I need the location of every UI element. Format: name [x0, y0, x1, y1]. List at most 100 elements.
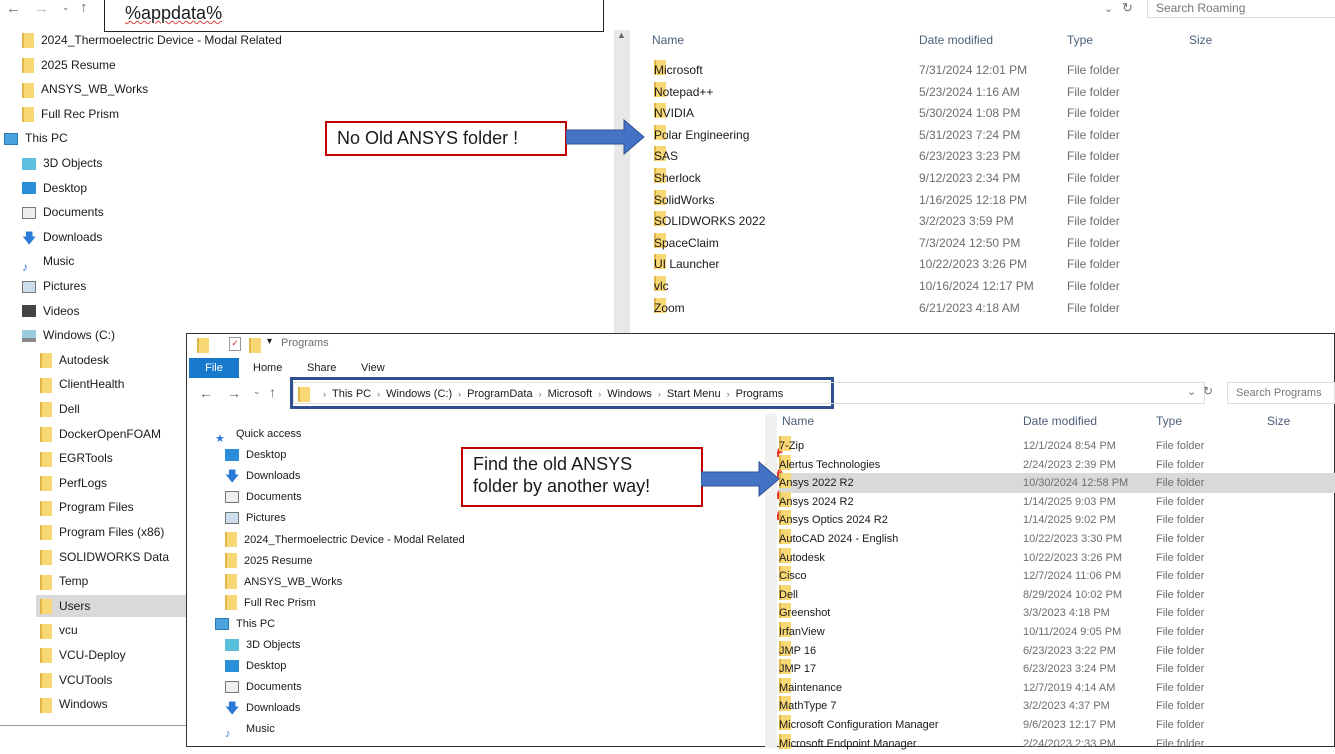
nav-item[interactable]: ANSYS_WB_Works: [221, 571, 763, 593]
column-header[interactable]: Date modified: [1023, 414, 1097, 428]
file-row[interactable]: JMP 17 6/23/2023 3:24 PM File folder: [779, 659, 1335, 679]
nav-item[interactable]: 🡇 Downloads: [18, 226, 190, 248]
file-row[interactable]: SAS 6/23/2023 3:23 PM File folder: [640, 146, 1330, 166]
refresh-button[interactable]: ↻: [1203, 384, 1213, 398]
breadcrumb-item[interactable]: Start Menu: [667, 388, 721, 400]
column-header[interactable]: Size: [1189, 33, 1212, 47]
address-dropdown[interactable]: ⌄: [1187, 385, 1196, 398]
nav-item[interactable]: 3D Objects: [221, 634, 763, 656]
nav-item[interactable]: Windows: [36, 693, 190, 715]
nav-item[interactable]: VCU-Deploy: [36, 644, 190, 666]
file-row[interactable]: Microsoft Endpoint Manager 2/24/2023 2:33…: [779, 733, 1335, 754]
column-header[interactable]: Name: [782, 414, 814, 428]
address-input[interactable]: %appdata%: [104, 0, 604, 32]
nav-item[interactable]: 2025 Resume: [221, 550, 763, 572]
breadcrumb-item[interactable]: This PC: [332, 388, 371, 400]
nav-item[interactable]: 🡇 Downloads: [221, 697, 763, 719]
nav-item[interactable]: Dell: [36, 398, 190, 420]
address-dropdown[interactable]: ⌄: [1104, 2, 1113, 15]
nav-item[interactable]: Windows (C:): [18, 324, 190, 346]
search-input[interactable]: Search Programs: [1227, 382, 1335, 404]
nav-item[interactable]: 2025 Resume: [18, 54, 190, 76]
nav-item[interactable]: DockerOpenFOAM: [36, 423, 190, 445]
nav-item[interactable]: Desktop: [221, 655, 763, 677]
recent-dropdown[interactable]: ⌄: [62, 2, 70, 13]
file-row[interactable]: Greenshot 3/3/2023 4:18 PM File folder: [779, 603, 1335, 623]
nav-item[interactable]: ♪ Music: [221, 718, 763, 740]
up-button[interactable]: ↑: [269, 384, 276, 400]
nav-item[interactable]: Documents: [18, 201, 190, 223]
breadcrumb-item[interactable]: Microsoft: [548, 388, 593, 400]
file-row[interactable]: Microsoft 7/31/2024 12:01 PM File folder: [640, 60, 1330, 80]
nav-item[interactable]: Documents: [221, 676, 763, 698]
column-header[interactable]: Date modified: [919, 33, 993, 47]
nav-item[interactable]: vcu: [36, 619, 190, 641]
file-row[interactable]: Notepad++ 5/23/2024 1:16 AM File folder: [640, 81, 1330, 102]
breadcrumb-item[interactable]: Windows: [607, 388, 652, 400]
file-row[interactable]: 7-Zip 12/1/2024 8:54 PM File folder: [779, 436, 1335, 456]
vertical-scrollbar[interactable]: ▲: [614, 30, 630, 333]
nav-item[interactable]: Videos: [18, 300, 190, 322]
file-row[interactable]: Autodesk 10/22/2023 3:26 PM File folder: [779, 547, 1335, 568]
file-row[interactable]: Alertus Technologies 2/24/2023 2:39 PM Fil…: [779, 454, 1335, 475]
new-folder-icon[interactable]: [249, 338, 261, 353]
file-row[interactable]: Dell 8/29/2024 10:02 PM File folder: [779, 584, 1335, 605]
forward-button[interactable]: →: [34, 0, 49, 17]
breadcrumb-item[interactable]: ProgramData: [467, 388, 532, 400]
column-header[interactable]: Size: [1267, 414, 1290, 428]
file-row[interactable]: SOLIDWORKS 2022 3/2/2023 3:59 PM File fold…: [640, 211, 1330, 231]
nav-item[interactable]: ClientHealth: [36, 373, 190, 395]
file-row[interactable]: Maintenance 12/7/2019 4:14 AM File folder: [779, 677, 1335, 698]
file-row[interactable]: Cisco 12/7/2024 11:06 PM File folder: [779, 566, 1335, 586]
nav-item[interactable]: Program Files (x86): [36, 521, 190, 543]
back-button[interactable]: ←: [6, 0, 21, 17]
nav-item[interactable]: 2024_Thermoelectric Device - Modal Relat…: [18, 29, 282, 51]
file-row[interactable]: Polar Engineering 5/31/2023 7:24 PM File f…: [640, 124, 1330, 145]
column-header[interactable]: Name: [652, 33, 684, 47]
nav-item[interactable]: Pictures 📌: [221, 507, 783, 529]
nav-item[interactable]: This PC: [0, 127, 190, 149]
nav-item[interactable]: Autodesk: [36, 349, 190, 371]
nav-item[interactable]: This PC: [211, 613, 771, 635]
file-row[interactable]: IrfanView 10/11/2024 9:05 PM File folder: [779, 622, 1335, 642]
forward-button[interactable]: →: [227, 385, 241, 401]
file-row[interactable]: vlc 10/16/2024 12:17 PM File folder: [640, 276, 1330, 296]
nav-item[interactable]: Temp: [36, 570, 190, 592]
file-row[interactable]: NVIDIA 5/30/2024 1:08 PM File folder: [640, 103, 1330, 123]
nav-item[interactable]: Full Rec Prism: [18, 103, 190, 125]
recent-dropdown[interactable]: ⌄: [253, 386, 261, 397]
customize-toolbar-icon[interactable]: ▾: [267, 336, 272, 347]
file-row[interactable]: Microsoft Configuration Manager 9/6/2023 …: [779, 715, 1335, 735]
file-row[interactable]: Ansys 2022 R2 10/30/2024 12:58 PM File fol…: [779, 473, 1335, 494]
file-row[interactable]: Ansys Optics 2024 R2 1/14/2025 9:02 PM Fil…: [779, 510, 1335, 530]
file-row[interactable]: SolidWorks 1/16/2025 12:18 PM File folder: [640, 189, 1330, 210]
tab-share[interactable]: Share: [307, 362, 336, 374]
nav-item[interactable]: EGRTools: [36, 447, 190, 469]
refresh-button[interactable]: ↻: [1122, 0, 1133, 16]
up-button[interactable]: ↑: [80, 0, 88, 16]
file-row[interactable]: Zoom 6/21/2023 4:18 AM File folder: [640, 297, 1330, 318]
nav-item[interactable]: Full Rec Prism: [221, 592, 763, 614]
nav-item[interactable]: ★ Quick access: [211, 423, 771, 445]
tab-home[interactable]: Home: [253, 362, 282, 374]
file-row[interactable]: MathType 7 3/2/2023 4:37 PM File folder: [779, 696, 1335, 716]
breadcrumb[interactable]: › This PC › Windows (C:) › ProgramData › Micros…: [293, 382, 1205, 404]
column-header[interactable]: Type: [1067, 33, 1093, 47]
nav-item[interactable]: Desktop: [18, 177, 190, 199]
search-input[interactable]: Search Roaming: [1147, 0, 1335, 18]
file-row[interactable]: Sherlock 9/12/2023 2:34 PM File folder: [640, 168, 1330, 188]
tab-file[interactable]: File: [189, 358, 239, 378]
properties-icon[interactable]: ✓: [229, 337, 241, 351]
file-row[interactable]: UI Launcher 10/22/2023 3:26 PM File folder: [640, 254, 1330, 274]
nav-item[interactable]: 2024_Thermoelectric Device - Modal Relat…: [221, 529, 763, 551]
nav-item[interactable]: 3D Objects: [18, 152, 190, 174]
tab-view[interactable]: View: [361, 362, 385, 374]
file-row[interactable]: AutoCAD 2024 - English 10/22/2023 3:30 PM…: [779, 529, 1335, 549]
file-row[interactable]: JMP 16 6/23/2023 3:22 PM File folder: [779, 640, 1335, 661]
nav-item[interactable]: ANSYS_WB_Works: [18, 78, 190, 100]
nav-item[interactable]: Pictures: [18, 275, 190, 297]
file-row[interactable]: SpaceClaim 7/3/2024 12:50 PM File folder: [640, 232, 1330, 253]
nav-item[interactable]: PerfLogs: [36, 472, 190, 494]
nav-item[interactable]: ♪ Music: [18, 250, 190, 274]
nav-item[interactable]: SOLIDWORKS Data: [36, 546, 190, 568]
